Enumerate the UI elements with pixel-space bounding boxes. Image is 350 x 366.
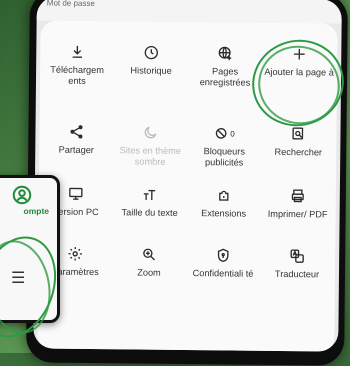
account-icon [11,184,33,206]
menu-item-zoom[interactable]: Zoom [112,243,187,304]
menu-item-label: Pages enregistrées [199,66,251,88]
moon-icon [139,122,161,144]
menu-item-label: Taille du texte [121,207,178,218]
desktop-icon [65,183,87,205]
menu-item-downloads[interactable]: Téléchargem ents [40,40,115,121]
menu-item-label: Téléchargem ents [50,64,104,86]
menu-item-extensions[interactable]: Extensions [186,184,261,245]
menu-item-text-size[interactable]: Taille du texte [112,183,187,244]
menu-item-ad-blockers[interactable]: 0 Bloqueurs publicités [187,122,262,185]
download-icon [66,41,88,63]
block-icon: 0 [213,122,235,144]
menu-item-label: Rechercher [274,146,323,158]
text-size-icon [139,183,161,205]
share-icon [65,121,87,143]
top-strip-text: Mot de passe [46,0,95,9]
privacy-icon [212,244,234,266]
menu-item-dark-sites[interactable]: Sites en thème sombre [113,121,188,184]
globe-plus-icon [214,42,236,64]
menu-item-translate[interactable]: Traducteur [260,245,335,306]
menu-item-label: Sites en thème sombre [119,145,181,167]
menu-item-label: Historique [130,65,172,76]
print-icon [287,185,309,207]
menu-item-label: Partager [58,144,94,156]
menu-item-share[interactable]: Partager [39,120,114,183]
menu-item-label: Traducteur [274,268,320,280]
translate-icon [286,245,308,267]
menu-item-history[interactable]: Historique [114,41,189,122]
menu-item-label: Confidentiali té [192,268,254,279]
zoom-icon [138,243,160,265]
account-label: ompte [23,206,50,216]
menu-item-privacy[interactable]: Confidentiali té [186,244,261,305]
ad-block-badge: 0 [230,128,235,138]
menu-item-print[interactable]: Imprimer/ PDF [260,185,335,246]
settings-icon [64,243,86,265]
menu-item-label: Extensions [201,208,247,219]
clock-icon [140,42,162,64]
menu-item-label: Zoom [137,267,161,278]
extensions-icon [213,184,235,206]
menu-item-search[interactable]: Rechercher [261,123,336,186]
menu-item-label: Imprimer/ PDF [267,208,328,220]
menu-item-label: Bloqueurs publicités [203,146,246,168]
